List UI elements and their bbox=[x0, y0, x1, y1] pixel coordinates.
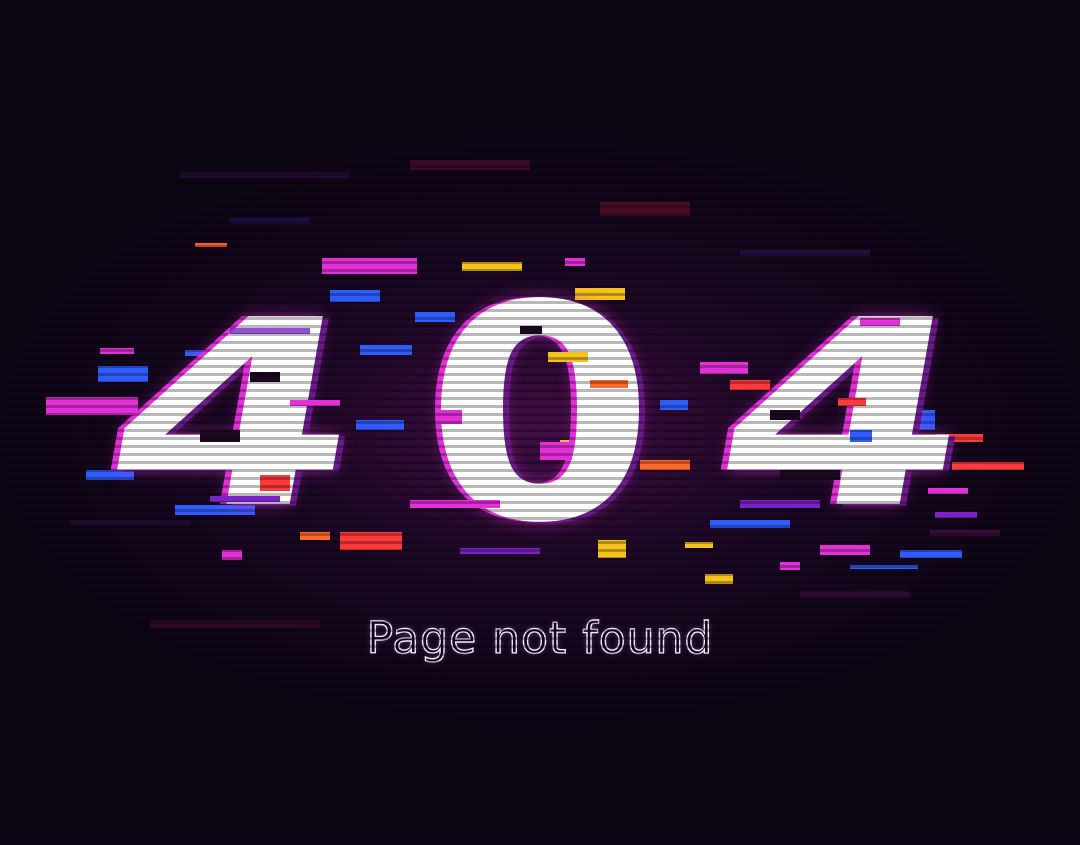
glitch-bar bbox=[200, 430, 240, 442]
error-page-stage: 4 0 4 Page not found bbox=[0, 0, 1080, 845]
glitch-bar bbox=[540, 442, 572, 460]
glitch-bar bbox=[590, 380, 628, 388]
glitch-bar bbox=[520, 326, 542, 334]
glitch-bar bbox=[548, 352, 588, 362]
glitch-bar bbox=[860, 318, 900, 326]
glitch-bar bbox=[850, 430, 872, 442]
glitch-bar bbox=[780, 470, 840, 480]
glitch-bar bbox=[460, 548, 540, 554]
glitch-bar bbox=[410, 500, 500, 508]
glitch-bar bbox=[838, 398, 866, 406]
glitch-bar bbox=[210, 496, 280, 502]
glitch-bar bbox=[230, 328, 310, 334]
glitch-bar bbox=[290, 400, 340, 406]
glitch-overlay bbox=[0, 0, 1080, 845]
glitch-bar bbox=[260, 475, 290, 491]
glitch-bar bbox=[740, 500, 820, 508]
glitch-bar bbox=[730, 380, 770, 390]
glitch-bar bbox=[440, 410, 462, 424]
glitch-bar bbox=[770, 410, 800, 420]
glitch-bar bbox=[250, 372, 280, 382]
